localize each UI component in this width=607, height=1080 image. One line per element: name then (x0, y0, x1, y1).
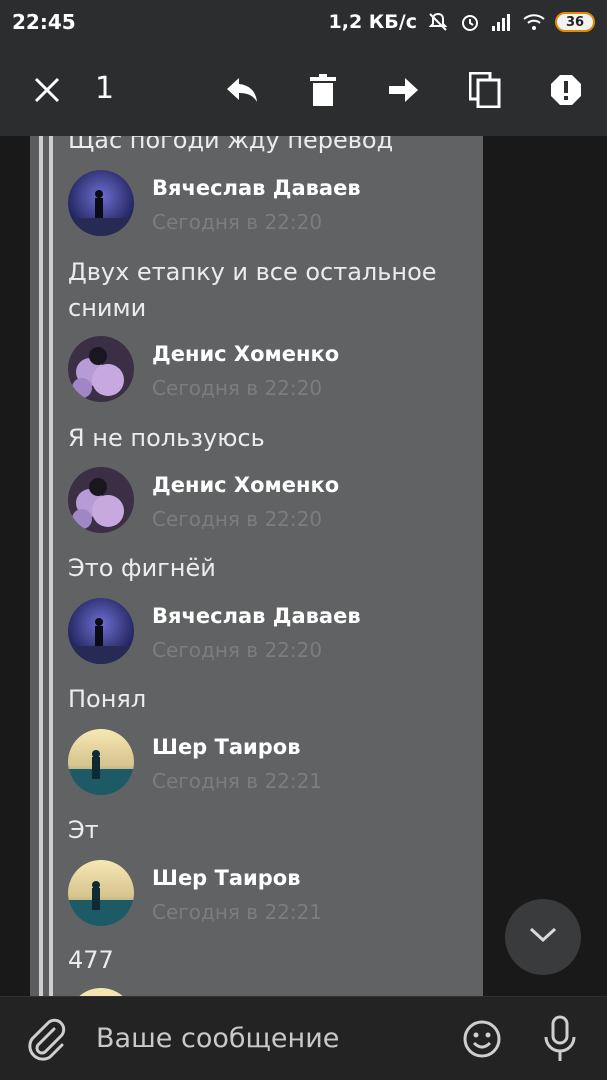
message-time: Сегодня в 22:20 (152, 210, 323, 234)
scroll-down-button[interactable] (505, 899, 581, 975)
battery-icon: 36 (555, 12, 595, 32)
selected-count: 1 (95, 71, 115, 106)
report-icon[interactable] (542, 66, 590, 114)
alarm-icon (459, 11, 481, 33)
sender-name: Вячеслав Даваев (152, 176, 361, 200)
message-header: Денис Хоменко Сегодня в 22:20 (68, 336, 483, 406)
message-header: Шер Таиров Сегодня в 22:21 (68, 729, 483, 799)
emoji-icon[interactable] (462, 1019, 502, 1059)
message-time: Сегодня в 22:20 (152, 638, 323, 662)
message-header: Шер Таиров Сегодня в 22:21 (68, 860, 483, 930)
message-header: Вячеслав Даваев Сегодня в 22:20 (68, 598, 483, 668)
bell-off-icon (427, 11, 449, 33)
status-bar: 22:45 1,2 КБ/с 36 (0, 0, 607, 44)
message-text: 477 (68, 946, 114, 974)
message-text: Понял (68, 685, 147, 713)
forward-indent-line (39, 136, 43, 996)
status-time: 22:45 (12, 10, 76, 34)
message-text: Эт (68, 816, 99, 844)
message-text: Это фигнёй (68, 554, 216, 582)
reply-icon[interactable] (218, 66, 266, 114)
wifi-icon (523, 11, 545, 33)
message-time: Сегодня в 22:21 (152, 769, 323, 793)
avatar[interactable] (68, 467, 134, 533)
sender-name: Денис Хоменко (152, 473, 340, 497)
attach-icon[interactable] (24, 1017, 68, 1061)
avatar[interactable] (68, 860, 134, 926)
message-header: Денис Хоменко Сегодня в 22:20 (68, 467, 483, 537)
message-input[interactable]: Ваше сообщение (96, 1023, 339, 1054)
forwarded-messages: Щас погоди жду перевод Вячеслав Даваев С… (53, 136, 483, 996)
selection-toolbar: 1 (0, 44, 607, 136)
sender-name: Шер Таиров (152, 735, 301, 759)
message-time: Сегодня в 22:21 (152, 900, 323, 924)
message-text: Двух етапку и все остальное сними (68, 258, 437, 322)
network-speed: 1,2 КБ/с (328, 11, 418, 33)
forward-icon[interactable] (380, 66, 428, 114)
signal-icon (491, 11, 513, 33)
message-composer: Ваше сообщение (0, 996, 607, 1080)
sender-name: Шер Таиров (152, 866, 301, 890)
mic-icon[interactable] (540, 1015, 580, 1063)
message-time: Сегодня в 22:20 (152, 507, 323, 531)
avatar[interactable] (68, 988, 134, 996)
sender-name: Вячеслав Даваев (152, 604, 361, 628)
message-time: Сегодня в 22:20 (152, 376, 323, 400)
avatar[interactable] (68, 729, 134, 795)
copy-icon[interactable] (461, 66, 509, 114)
trash-icon[interactable] (299, 66, 347, 114)
avatar[interactable] (68, 598, 134, 664)
chevron-down-icon (529, 927, 557, 947)
sender-name: Денис Хоменко (152, 342, 340, 366)
close-icon[interactable] (23, 66, 71, 114)
message-text: Я не пользуюсь (68, 424, 265, 452)
avatar[interactable] (68, 170, 134, 236)
message-header: Вячеслав Даваев Сегодня в 22:20 (68, 170, 483, 240)
message-text: Щас погоди жду перевод (68, 136, 394, 154)
avatar[interactable] (68, 336, 134, 402)
